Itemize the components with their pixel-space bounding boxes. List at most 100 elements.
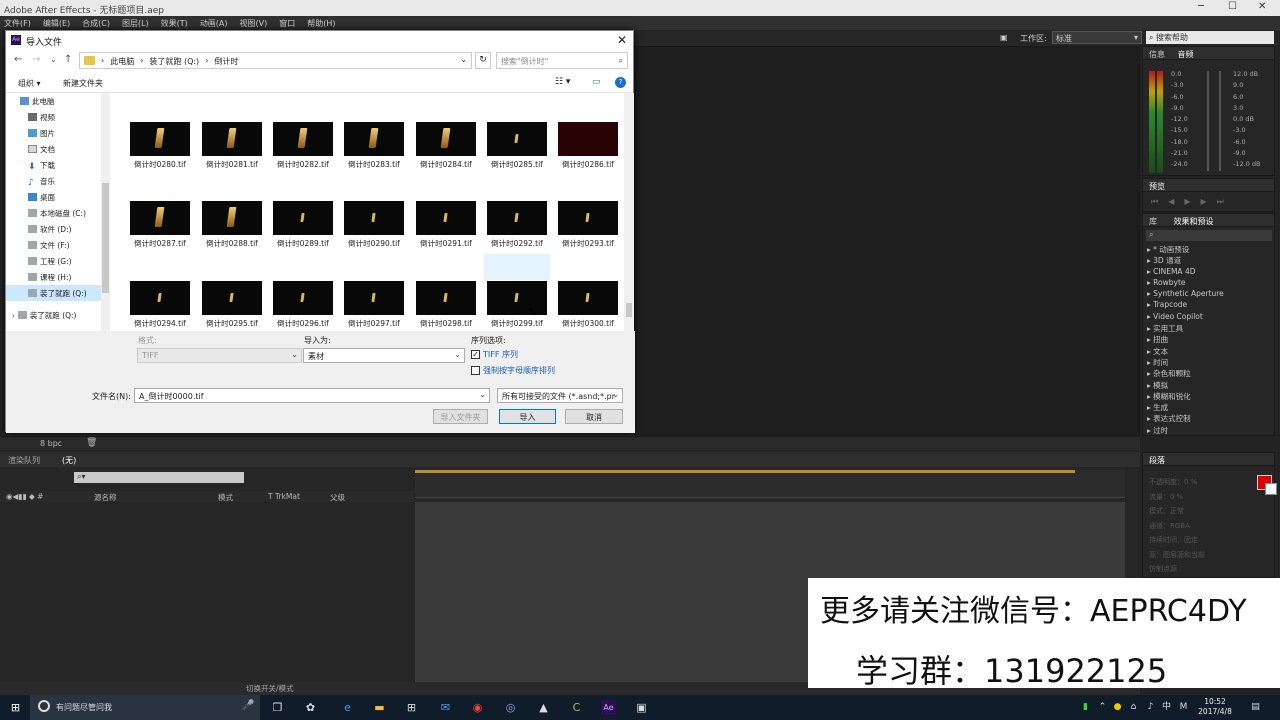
file-item[interactable]: 倒计时0299.tif [487, 281, 547, 329]
breadcrumb-drive-q[interactable]: 装了就跑 (Q:) [149, 56, 199, 66]
column-source-name[interactable]: 源名称 [94, 492, 117, 503]
trash-icon[interactable]: 🗑 [86, 438, 97, 448]
bpc-indicator[interactable]: 8 bpc [40, 439, 62, 448]
file-item[interactable]: 倒计时0294.tif [130, 281, 190, 329]
tiff-sequence-checkbox[interactable]: ✓ [471, 350, 480, 359]
recent-chevron-icon[interactable]: ⌄ [50, 55, 57, 64]
tab-info[interactable]: 信息 [1149, 50, 1165, 59]
view-options-icon[interactable]: ☷ ▾ [555, 77, 570, 87]
tree-item-this-pc[interactable]: 此电脑 [6, 93, 110, 109]
format-select[interactable]: TIFF ⌄ [137, 348, 302, 363]
menu-view[interactable]: 视图(V) [240, 18, 268, 28]
app-icon[interactable]: ▲ [536, 700, 551, 715]
folder-search-input[interactable]: 搜索"倒计时" ⌕ [496, 52, 628, 69]
menu-file[interactable]: 文件(F) [4, 18, 31, 28]
file-item[interactable]: 倒计时0285.tif [487, 122, 547, 170]
composition-viewer[interactable] [634, 46, 1140, 438]
effect-category[interactable]: ▸ Rowbyte [1143, 278, 1273, 289]
effect-category[interactable]: ▸ CINEMA 4D [1143, 267, 1273, 278]
app-icon[interactable]: ✉ [438, 700, 453, 715]
minimize-icon[interactable]: ─ [1198, 1, 1204, 12]
taskbar-clock[interactable]: 10:52 2017/4/8 [1195, 697, 1235, 717]
file-item[interactable]: 倒计时0288.tif [202, 201, 262, 249]
tree-item-drive-f[interactable]: 文件 (F:) [6, 237, 110, 253]
column-mode[interactable]: 模式 [218, 492, 233, 503]
tree-item-drive-h[interactable]: 课程 (H:) [6, 269, 110, 285]
audio-slider-right[interactable] [1219, 71, 1221, 171]
workspace-select[interactable]: 标准 ▾ [1052, 31, 1142, 44]
tree-item-downloads[interactable]: ⬇ 下载 [6, 157, 110, 173]
dialog-close-icon[interactable]: ✕ [617, 33, 627, 47]
tree-item-drive-d[interactable]: 软件 (D:) [6, 221, 110, 237]
menu-composition[interactable]: 合成(C) [82, 18, 110, 28]
tiff-sequence-label[interactable]: TIFF 序列 [483, 349, 518, 360]
tray-up-icon[interactable]: ⌃ [1095, 700, 1110, 715]
tree-item-desktop[interactable]: 桌面 [6, 189, 110, 205]
cinema4d-icon[interactable]: C [569, 700, 584, 715]
menu-window[interactable]: 窗口 [279, 18, 295, 28]
volume-icon[interactable]: ♪ [1143, 700, 1158, 715]
file-explorer-icon[interactable]: ▬ [372, 700, 387, 715]
toggle-switches-modes[interactable]: 切换开关/模式 [246, 683, 294, 694]
organize-button[interactable]: 组织 ▾ [18, 78, 41, 89]
battery-icon[interactable]: ▮ [1078, 700, 1093, 715]
taskbar-search-input[interactable]: 有问题尽管问我 🎤 [30, 695, 260, 720]
preview-controls[interactable]: ⏮◀▶▶⏭ [1151, 197, 1234, 207]
tree-item-music[interactable]: ♪ 音乐 [6, 173, 110, 189]
network-icon[interactable]: ⌂ [1126, 700, 1141, 715]
windows-start-icon[interactable]: ⊞ [8, 700, 23, 715]
tab-comp-none[interactable]: (无) [62, 455, 76, 466]
breadcrumb-this-pc[interactable]: 此电脑 [110, 56, 134, 66]
breadcrumb-countdown[interactable]: 倒计时 [214, 56, 238, 66]
app-icon[interactable]: ▣ [634, 700, 649, 715]
app-icon[interactable]: ◎ [503, 700, 518, 715]
file-item[interactable]: 倒计时0282.tif [273, 122, 333, 170]
force-alphabetical-label[interactable]: 强制按字母顺序排列 [483, 365, 555, 376]
close-icon[interactable]: ✕ [1258, 1, 1266, 12]
effect-category[interactable]: ▸ 杂色和颗粒 [1143, 368, 1273, 379]
file-item[interactable]: 倒计时0284.tif [416, 122, 476, 170]
chrome-icon[interactable]: ◉ [470, 700, 485, 715]
help-search-input[interactable]: ⌕ 搜索帮助 [1146, 31, 1274, 44]
task-view-icon[interactable]: ❐ [270, 700, 285, 715]
tree-scrollbar[interactable] [101, 93, 110, 331]
file-type-select[interactable]: 所有可接受的文件 (*.asnd;*.pr ⌄ [497, 388, 623, 403]
effect-category[interactable]: ▸ 扭曲 [1143, 334, 1273, 345]
file-item[interactable]: 倒计时0283.tif [344, 122, 404, 170]
effect-category[interactable]: ▸ 过时 [1143, 425, 1273, 436]
file-item[interactable]: 倒计时0290.tif [344, 201, 404, 249]
force-alphabetical-checkbox[interactable] [471, 366, 480, 375]
effect-category[interactable]: ▸ Trapcode [1143, 300, 1273, 311]
menu-edit[interactable]: 编辑(E) [43, 18, 70, 28]
tree-item-documents[interactable]: 文档 [6, 141, 110, 157]
import-button[interactable]: 导入 [499, 409, 556, 424]
timeline-search-input[interactable]: ⌕▾ [74, 472, 244, 483]
effect-category[interactable]: ▸ Video Copilot [1143, 312, 1273, 323]
photoshop-icon[interactable]: ✿ [303, 700, 318, 715]
effect-category[interactable]: ▸ 模拟 [1143, 380, 1273, 391]
effect-category[interactable]: ▸ 3D 通道 [1143, 255, 1273, 266]
preview-pane-icon[interactable]: ▭ [592, 77, 601, 87]
microphone-icon[interactable]: 🎤 [242, 700, 254, 711]
file-grid-scrollbar[interactable] [624, 93, 634, 331]
tree-item-drive-c[interactable]: 本地磁盘 (C:) [6, 205, 110, 221]
tree-item-drive-g[interactable]: 工程 (G:) [6, 253, 110, 269]
notification-icon[interactable]: ▤ [1248, 700, 1263, 715]
filename-input[interactable]: A_倒计时0000.tif ⌄ [134, 388, 490, 403]
paragraph-tab[interactable]: 段落 [1143, 453, 1274, 466]
tree-item-drive-q[interactable]: › 装了就跑 (Q:) [6, 307, 110, 323]
column-parent[interactable]: 父级 [330, 492, 345, 503]
menu-effect[interactable]: 效果(T) [161, 18, 188, 28]
effect-category[interactable]: ▸ 时间 [1143, 357, 1273, 368]
file-item[interactable]: 倒计时0295.tif [202, 281, 262, 329]
ime-icon[interactable]: 中 [1159, 700, 1174, 715]
preview-tab[interactable]: 预览 [1143, 179, 1274, 192]
file-item[interactable]: 倒计时0281.tif [202, 122, 262, 170]
import-as-select[interactable]: 素材 ⌄ [303, 348, 465, 363]
file-item[interactable]: 倒计时0287.tif [130, 201, 190, 249]
menu-help[interactable]: 帮助(H) [307, 18, 335, 28]
chevron-down-icon[interactable]: ⌄ [460, 55, 467, 64]
up-arrow-icon[interactable]: ↑ [64, 54, 72, 65]
file-item[interactable]: 倒计时0291.tif [416, 201, 476, 249]
menu-layer[interactable]: 图层(L) [122, 18, 149, 28]
